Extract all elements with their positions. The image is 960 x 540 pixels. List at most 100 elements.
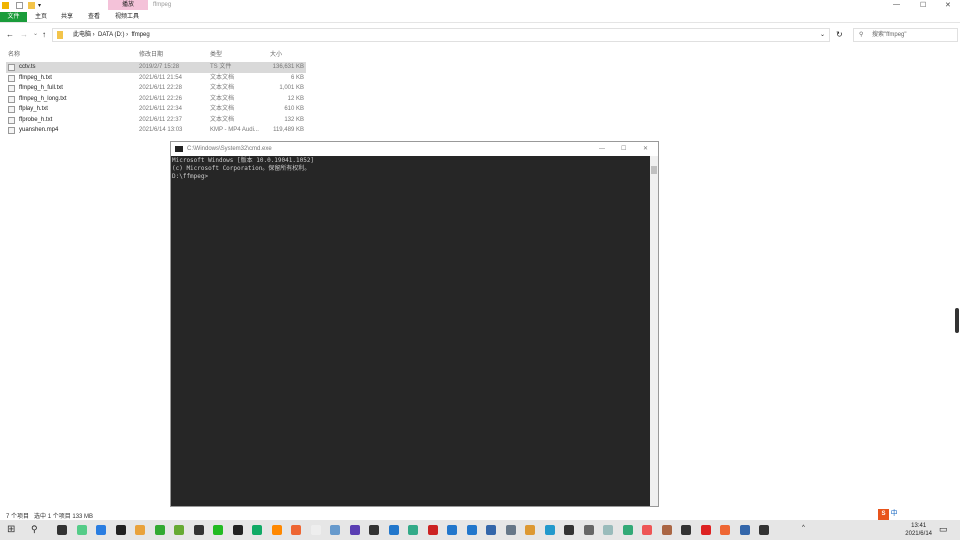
search-icon[interactable]: ⚲ <box>31 524 38 535</box>
cmd-window[interactable]: C:\Windows\System32\cmd.exe — ☐ ✕ Micros… <box>170 141 659 507</box>
tab-share[interactable]: 共享 <box>56 12 78 22</box>
search-input[interactable]: ⚲ 搜索"ffmpeg" <box>853 28 958 42</box>
file-size: 6 KB <box>290 74 304 81</box>
address-bar[interactable]: 此电脑 › DATA (D:) › ffmpeg ⌄ <box>52 28 830 42</box>
taskbar-app-icon[interactable] <box>174 525 184 535</box>
taskbar-app-icon[interactable] <box>486 525 496 535</box>
column-date[interactable]: 修改日期 <box>139 49 163 58</box>
tray-expand-icon[interactable]: ^ <box>802 525 805 531</box>
cmd-scrollbar[interactable] <box>650 156 658 506</box>
ime-mode[interactable]: 中 <box>891 510 898 517</box>
taskbar-app-icon[interactable] <box>427 525 438 535</box>
back-icon[interactable]: ← <box>6 30 14 39</box>
clock[interactable]: 13:41 2021/6/14 <box>905 522 932 538</box>
file-row[interactable]: ffmpeg_h_long.txt 2021/6/11 22:26 文本文档 1… <box>6 94 306 105</box>
taskbar-app-icon[interactable] <box>525 525 535 535</box>
file-size: 1,001 KB <box>279 85 304 91</box>
context-tab-play[interactable]: 播放 <box>108 0 148 10</box>
cmd-line: Microsoft Windows [版本 10.0.19041.1052] <box>172 157 315 164</box>
taskbar-app-icon[interactable] <box>622 525 633 535</box>
taskbar-app-icon[interactable] <box>76 525 87 535</box>
taskbar-app-icon[interactable] <box>603 525 613 535</box>
file-row[interactable]: ffprobe_h.txt 2021/6/11 22:37 文本文档 132 K… <box>6 115 306 126</box>
breadcrumb-this-pc[interactable]: 此电脑 <box>73 32 91 38</box>
taskbar-app-icon[interactable] <box>115 525 126 535</box>
file-date: 2021/6/11 22:26 <box>139 95 182 102</box>
taskbar-app-icon[interactable] <box>57 525 67 535</box>
taskbar-app-icon[interactable] <box>505 525 516 535</box>
file-row[interactable]: ffmpeg_h.txt 2021/6/11 21:54 文本文档 6 KB <box>6 73 306 84</box>
taskbar-app-icon[interactable] <box>466 525 477 535</box>
close-button[interactable]: ✕ <box>945 1 951 9</box>
taskbar-app-icon[interactable] <box>408 525 418 535</box>
cmd-title: C:\Windows\System32\cmd.exe <box>187 146 272 152</box>
taskbar-app-icon[interactable] <box>700 525 711 535</box>
taskbar-app-icon[interactable] <box>291 525 301 535</box>
file-date: 2019/2/7 15:28 <box>139 64 180 70</box>
file-size: 12 KB <box>287 95 304 102</box>
scrollbar-thumb[interactable] <box>651 166 657 174</box>
taskbar-app-icon[interactable] <box>330 525 340 535</box>
file-size: 136,631 KB <box>272 64 304 70</box>
file-row[interactable]: ffplay_h.txt 2021/6/11 22:34 文本文档 610 KB <box>6 104 306 115</box>
notification-icon[interactable]: ▭ <box>939 524 948 535</box>
cmd-icon <box>175 146 183 152</box>
quick-access-dropdown-icon[interactable]: ▾ <box>38 2 41 9</box>
taskbar-app-icon[interactable] <box>739 525 750 535</box>
taskbar-app-icon[interactable] <box>720 525 730 535</box>
cmd-titlebar[interactable]: C:\Windows\System32\cmd.exe — ☐ ✕ <box>171 142 658 156</box>
taskbar-app-icon[interactable] <box>642 525 652 535</box>
file-row[interactable]: yuanshen.mp4 2021/6/14 13:03 KMP - MP4 A… <box>6 125 306 136</box>
up-icon[interactable]: ↑ <box>42 30 46 39</box>
column-type[interactable]: 类型 <box>210 49 222 58</box>
maximize-button[interactable]: ☐ <box>920 1 926 9</box>
taskbar-app-icon[interactable] <box>213 525 223 535</box>
forward-icon[interactable]: → <box>20 30 28 39</box>
taskbar-app-icon[interactable] <box>96 525 106 535</box>
file-icon <box>8 106 15 113</box>
cmd-maximize-button[interactable]: ☐ <box>621 142 626 156</box>
sogou-icon[interactable]: S <box>878 509 889 520</box>
taskbar-app-icon[interactable] <box>447 525 457 535</box>
properties-icon[interactable] <box>16 2 23 9</box>
new-folder-icon[interactable] <box>28 2 35 9</box>
taskbar-app-icon[interactable] <box>154 525 165 535</box>
taskbar-app-icon[interactable] <box>369 525 379 535</box>
column-size[interactable]: 大小 <box>270 49 282 58</box>
tab-video-tools[interactable]: 视频工具 <box>110 12 144 22</box>
start-icon[interactable]: ⊞ <box>7 524 15 535</box>
tab-home[interactable]: 主页 <box>30 12 52 22</box>
taskbar-app-icon[interactable] <box>310 525 321 535</box>
file-row[interactable]: ffmpeg_h_full.txt 2021/6/11 22:28 文本文档 1… <box>6 83 306 94</box>
cmd-minimize-button[interactable]: — <box>599 142 605 156</box>
address-dropdown-icon[interactable]: ⌄ <box>820 29 825 41</box>
recent-dropdown-icon[interactable]: ⌄ <box>33 30 38 37</box>
refresh-icon[interactable]: ↻ <box>836 30 843 39</box>
taskbar-app-icon[interactable] <box>252 525 262 535</box>
file-row[interactable]: cctv.ts 2019/2/7 15:28 TS 文件 136,631 KB <box>6 62 306 73</box>
taskbar-app-icon[interactable] <box>759 525 769 535</box>
taskbar-app-icon[interactable] <box>564 525 574 535</box>
breadcrumb-data-drive[interactable]: DATA (D:) <box>98 32 124 38</box>
minimize-button[interactable]: — <box>893 1 900 8</box>
file-type: TS 文件 <box>210 64 232 70</box>
taskbar-app-icon[interactable] <box>544 525 555 535</box>
taskbar-app-icon[interactable] <box>135 525 145 535</box>
tab-file[interactable]: 文件 <box>0 12 27 22</box>
breadcrumb-ffmpeg[interactable]: ffmpeg <box>131 32 149 38</box>
taskbar-app-icon[interactable] <box>388 525 399 535</box>
taskbar-app-icon[interactable] <box>271 525 282 535</box>
cmd-close-button[interactable]: ✕ <box>643 142 648 156</box>
taskbar-app-icon[interactable] <box>583 525 594 535</box>
tab-view[interactable]: 查看 <box>83 12 105 22</box>
taskbar-app-icon[interactable] <box>232 525 243 535</box>
taskbar-app-icon[interactable] <box>681 525 691 535</box>
ime-toolbar[interactable]: S 中 <box>878 508 898 520</box>
side-scroll-handle[interactable] <box>955 308 959 333</box>
cmd-output[interactable]: Microsoft Windows [版本 10.0.19041.1052] (c… <box>171 156 650 506</box>
taskbar-app-icon[interactable] <box>661 525 672 535</box>
column-name[interactable]: 名称 <box>8 49 20 58</box>
taskbar-app-icon[interactable] <box>193 525 204 535</box>
taskbar-app-icon[interactable] <box>349 525 360 535</box>
file-date: 2021/6/11 22:28 <box>139 85 182 91</box>
